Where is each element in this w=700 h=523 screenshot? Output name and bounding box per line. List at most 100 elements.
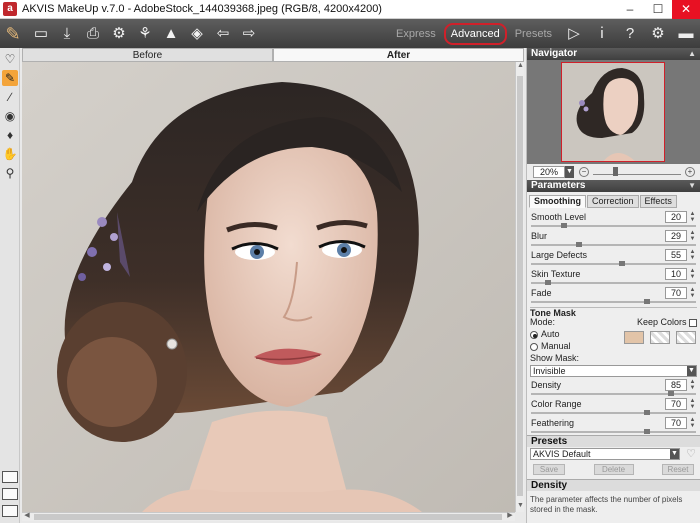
navigator-view[interactable]	[527, 60, 700, 164]
heart-tool-icon[interactable]: ♡	[2, 51, 18, 67]
horizontal-scroll-thumb[interactable]	[34, 514, 502, 520]
param-value-field[interactable]: 85	[665, 379, 687, 391]
zoom-slider-knob[interactable]	[613, 167, 618, 176]
drop-tool-icon[interactable]: ♦	[2, 127, 18, 143]
image-canvas[interactable]	[22, 62, 515, 512]
slider-knob[interactable]	[643, 299, 650, 304]
view-compare-icon[interactable]	[2, 505, 18, 517]
param-slider[interactable]	[531, 429, 696, 434]
zoom-out-icon[interactable]: −	[579, 167, 589, 177]
param-value-field[interactable]: 70	[665, 417, 687, 429]
zoom-level-field[interactable]: 20%	[533, 166, 565, 178]
skin-color-swatch[interactable]	[624, 331, 644, 344]
pencil-tool-icon[interactable]: ∕	[2, 89, 18, 105]
hand-tool-icon[interactable]: ✋	[2, 146, 18, 162]
print-icon[interactable]: ⎙	[83, 24, 103, 44]
manual-radio[interactable]	[530, 342, 538, 351]
parameters-header[interactable]: Parameters ▼	[527, 180, 700, 192]
collapse-icon[interactable]: ▲	[688, 48, 696, 60]
spinner-icon[interactable]: ▲ ▼	[688, 211, 697, 223]
spinner-icon[interactable]: ▲ ▼	[688, 287, 697, 299]
slider-knob[interactable]	[643, 410, 650, 415]
param-slider[interactable]	[531, 391, 696, 396]
scroll-right-icon[interactable]: ▶	[505, 511, 515, 520]
mode-presets-button[interactable]: Presets	[509, 24, 558, 44]
maximize-button[interactable]: ☐	[644, 0, 672, 19]
keep-colors-option[interactable]: Keep Colors	[637, 317, 697, 327]
vertical-scroll-thumb[interactable]	[517, 76, 523, 496]
plugins-icon[interactable]: ⚙	[109, 24, 129, 44]
undo-icon[interactable]: ⇦	[213, 24, 233, 44]
triangle-icon[interactable]: ▲	[161, 24, 181, 44]
zoom-dropdown-icon[interactable]: ▼	[565, 166, 574, 178]
navigator-header[interactable]: Navigator ▲	[527, 48, 700, 60]
spinner-icon[interactable]: ▲ ▼	[688, 268, 697, 280]
tab-correction[interactable]: Correction	[587, 195, 639, 208]
keep-colors-checkbox[interactable]	[689, 318, 697, 327]
eye-tool-icon[interactable]: ◉	[2, 108, 18, 124]
view-split-icon[interactable]	[2, 488, 18, 500]
zoom-slider[interactable]	[593, 167, 681, 176]
color-swatch-empty[interactable]	[676, 331, 696, 344]
mode-advanced-button[interactable]: Advanced	[443, 22, 507, 45]
minimize-button[interactable]: –	[616, 0, 644, 19]
auto-radio[interactable]	[530, 330, 538, 339]
batch-icon[interactable]: ⚘	[135, 24, 155, 44]
spinner-icon[interactable]: ▲ ▼	[688, 249, 697, 261]
info-icon[interactable]: ⅰ	[592, 24, 612, 44]
reset-preset-button[interactable]: Reset	[662, 464, 694, 475]
slider-knob[interactable]	[618, 261, 625, 266]
param-slider[interactable]	[531, 299, 696, 304]
param-value-field[interactable]: 55	[665, 249, 687, 261]
run-icon[interactable]: ▷	[564, 24, 584, 44]
slider-knob[interactable]	[575, 242, 582, 247]
save-preset-button[interactable]: Save	[533, 464, 565, 475]
param-value-field[interactable]: 29	[665, 230, 687, 242]
scroll-down-icon[interactable]: ▼	[516, 502, 525, 512]
slider-knob[interactable]	[561, 223, 567, 228]
param-slider[interactable]	[531, 242, 696, 247]
navigator-thumbnail[interactable]	[561, 62, 665, 162]
tab-effects[interactable]: Effects	[639, 195, 677, 208]
presets-header[interactable]: Presets	[527, 435, 700, 447]
save-icon[interactable]: ⤓	[57, 24, 77, 44]
spinner-icon[interactable]: ▲ ▼	[688, 230, 697, 242]
spinner-icon[interactable]: ▲ ▼	[688, 379, 697, 391]
param-slider[interactable]	[531, 280, 696, 285]
param-value-field[interactable]: 70	[665, 287, 687, 299]
help-icon[interactable]: ?	[620, 24, 640, 44]
settings-icon[interactable]: ⚙	[648, 24, 668, 44]
chat-icon[interactable]: ▬	[676, 24, 696, 44]
slider-knob[interactable]	[544, 280, 551, 285]
tab-smoothing[interactable]: Smoothing	[529, 195, 586, 208]
slider-knob[interactable]	[668, 391, 675, 396]
canvas-vertical-scrollbar[interactable]: ▲ ▼	[515, 62, 524, 512]
param-value-field[interactable]: 20	[665, 211, 687, 223]
share-icon[interactable]: ◈	[187, 24, 207, 44]
slider-knob[interactable]	[643, 429, 650, 434]
view-single-icon[interactable]	[2, 471, 18, 483]
param-value-field[interactable]: 70	[665, 398, 687, 410]
color-swatch-empty[interactable]	[650, 331, 670, 344]
zoom-in-icon[interactable]: +	[685, 167, 695, 177]
preset-select[interactable]: AKVIS Default ▼	[530, 448, 680, 460]
mode-express-button[interactable]: Express	[390, 24, 442, 44]
redo-icon[interactable]: ⇨	[239, 24, 259, 44]
tab-after[interactable]: After	[273, 48, 524, 62]
scroll-left-icon[interactable]: ◀	[22, 511, 32, 520]
scroll-up-icon[interactable]: ▲	[516, 62, 525, 72]
spinner-icon[interactable]: ▲ ▼	[688, 398, 697, 410]
collapse-icon[interactable]: ▼	[688, 180, 696, 192]
zoom-tool-icon[interactable]: ⚲	[2, 165, 18, 181]
param-slider[interactable]	[531, 223, 696, 228]
close-button[interactable]: ✕	[672, 0, 700, 19]
canvas-horizontal-scrollbar[interactable]: ◀ ▶	[22, 512, 515, 521]
open-icon[interactable]: ▭	[31, 24, 51, 44]
tab-before[interactable]: Before	[22, 48, 273, 62]
favorite-heart-icon[interactable]: ♡	[686, 447, 696, 460]
show-mask-select[interactable]: Invisible ▼	[530, 365, 697, 377]
param-slider[interactable]	[531, 261, 696, 266]
param-value-field[interactable]: 10	[665, 268, 687, 280]
delete-preset-button[interactable]: Delete	[593, 464, 634, 475]
brush-tool-icon[interactable]: ✎	[2, 70, 18, 86]
